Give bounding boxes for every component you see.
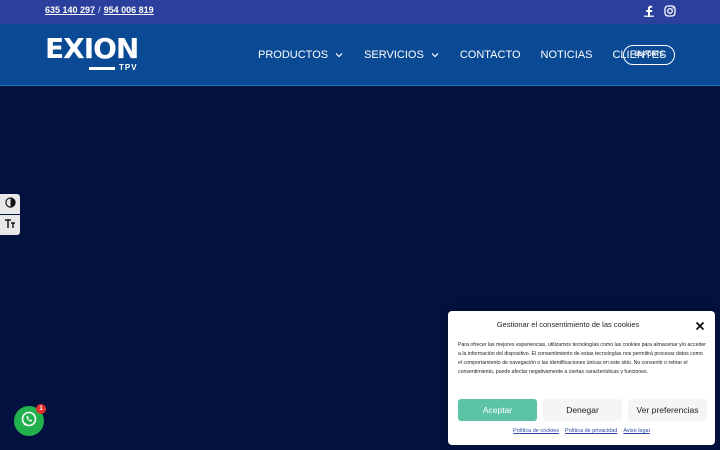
cookie-dialog-title: Gestionar el consentimiento de las cooki… [496,320,640,329]
nav-item-contacto[interactable]: CONTACTO [460,49,521,61]
top-bar: 635 140 297/954 006 819 [0,0,720,24]
nav-label-servicios: SERVICIOS [364,49,424,61]
logo-word: EXION [45,32,139,65]
exion-logo[interactable]: EXION TPV [45,34,145,74]
privacy-policy-link[interactable]: Política de privacidad [565,428,617,434]
support-button[interactable]: SOPORTE [623,45,675,65]
contrast-toggle-button[interactable] [0,194,20,214]
logo-underline [89,67,115,70]
deny-cookies-button[interactable]: Denegar [543,399,622,421]
cookie-dialog-text: Para ofrecer las mejores experiencias, u… [458,342,706,375]
logo-subtext: TPV [119,63,138,72]
accept-cookies-button[interactable]: Aceptar [458,399,537,421]
instagram-icon[interactable] [664,4,676,22]
close-icon[interactable] [694,319,706,331]
nav-label-noticias: NOTICIAS [540,49,593,61]
nav-item-productos[interactable]: PRODUCTOS [258,49,344,61]
chevron-down-icon [334,50,344,60]
cookie-policy-links: Política de cookies Política de privacid… [448,428,715,434]
nav-item-servicios[interactable]: SERVICIOS [364,49,440,61]
view-preferences-button[interactable]: Ver preferencias [628,399,707,421]
cookie-policy-link[interactable]: Política de cookies [513,428,559,434]
chevron-down-icon [430,50,440,60]
contrast-toggle-icon [4,195,16,213]
site-header: EXION TPV PRODUCTOS SERVICIOS CONTACTO N… [0,24,720,86]
facebook-icon[interactable] [644,4,654,22]
nav-item-noticias[interactable]: NOTICIAS [541,49,593,61]
phone-link-1[interactable]: 635 140 297 [45,5,95,15]
font-size-icon [4,216,16,234]
whatsapp-icon [20,410,38,433]
nav-label-productos: PRODUCTOS [258,49,329,61]
font-size-button[interactable] [0,215,20,235]
whatsapp-notification-badge: 1 [36,404,46,414]
cookie-consent-dialog: Gestionar el consentimiento de las cooki… [448,311,715,445]
contact-phones: 635 140 297/954 006 819 [45,5,154,15]
social-links [644,4,676,22]
phone-link-2[interactable]: 954 006 819 [104,5,154,15]
phone-separator: / [98,5,101,15]
legal-notice-link[interactable]: Aviso legal [623,428,650,434]
cookie-dialog-buttons: Aceptar Denegar Ver preferencias [458,399,707,421]
nav-label-contacto: CONTACTO [459,49,521,61]
